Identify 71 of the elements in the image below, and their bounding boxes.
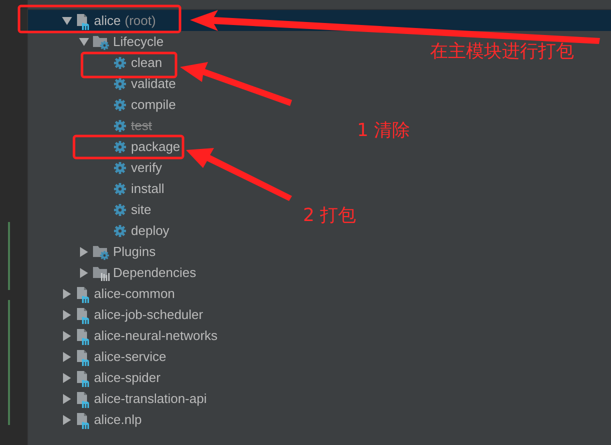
tree-row[interactable]: test: [28, 115, 156, 136]
tree-row[interactable]: install: [28, 178, 168, 199]
collapsed-icon[interactable]: [62, 310, 72, 320]
collapsed-icon[interactable]: [62, 372, 72, 382]
tree-label: alice-spider: [94, 368, 160, 387]
tree-row[interactable]: alice.nlp: [28, 409, 146, 430]
tree-label: test: [131, 116, 152, 135]
collapsed-icon[interactable]: [62, 330, 72, 340]
tree-label: alice-service: [94, 348, 166, 366]
gear-icon: [112, 138, 128, 154]
tree-label: site: [131, 200, 152, 219]
tree-label: clean: [131, 54, 162, 72]
gear-icon: [112, 76, 128, 92]
maven-module-icon: [75, 306, 91, 324]
maven-module-icon: [75, 12, 91, 30]
maven-module-icon: [75, 284, 91, 302]
tree-row[interactable]: alice-job-scheduler: [28, 304, 208, 325]
tree-row[interactable]: validate: [28, 73, 180, 94]
gear-icon: [112, 118, 128, 134]
expanded-icon[interactable]: [62, 16, 72, 26]
tree-row[interactable]: package: [28, 136, 184, 157]
tree-row[interactable]: verify: [28, 157, 166, 178]
tree-label: compile: [131, 96, 176, 114]
maven-module-icon: [75, 326, 91, 344]
collapsed-icon[interactable]: [62, 414, 72, 424]
maven-module-icon: [75, 368, 91, 386]
annotation-label: 2 打包: [303, 207, 356, 225]
tree-row[interactable]: clean: [28, 52, 166, 73]
tree-label: alice.nlp: [94, 410, 142, 429]
tree-row[interactable]: Plugins: [28, 241, 160, 262]
collapsed-icon[interactable]: [78, 268, 88, 278]
tree-label: verify: [131, 158, 162, 177]
maven-module-icon: [75, 390, 91, 408]
tree-row[interactable]: alice-service: [28, 346, 170, 367]
tree-label: package: [131, 138, 180, 156]
expanded-icon[interactable]: [78, 36, 88, 46]
gear-icon: [112, 222, 128, 238]
tree-row[interactable]: alice-neural-networks: [28, 325, 222, 346]
gear-icon: [112, 96, 128, 112]
tree-row[interactable]: deploy: [28, 220, 174, 241]
tree-row[interactable]: alice-spider: [28, 367, 164, 388]
tree-row[interactable]: site: [28, 199, 156, 220]
maven-module-icon: [75, 410, 91, 428]
gear-icon: [112, 180, 128, 196]
collapsed-icon[interactable]: [62, 394, 72, 404]
annotation-label: 1 清除: [357, 122, 410, 140]
tree-row[interactable]: compile: [28, 94, 180, 115]
root-note: (root): [124, 12, 156, 30]
tree-row[interactable]: Lifecycle: [28, 31, 168, 52]
gear-icon: [112, 160, 128, 176]
tree-label: Lifecycle: [113, 32, 164, 51]
tree-label: install: [131, 180, 164, 198]
tree-row[interactable]: Dependencies: [28, 262, 200, 283]
tree-label: Plugins: [113, 242, 156, 261]
tree-label: alice-translation-api: [94, 390, 207, 408]
tree-label: alice-job-scheduler: [94, 306, 204, 324]
tree-label: deploy: [131, 222, 170, 240]
collapsed-icon[interactable]: [78, 246, 88, 256]
maven-module-icon: [75, 348, 91, 366]
collapsed-icon[interactable]: [62, 352, 72, 362]
annotation-label: 在主模块进行打包: [430, 43, 574, 61]
gear-icon: [112, 202, 128, 218]
tree-label: alice-common: [94, 284, 175, 303]
tree-label: Dependencies: [113, 264, 196, 282]
collapsed-icon[interactable]: [62, 288, 72, 298]
tree-label: alice: [94, 12, 121, 30]
tree-row[interactable]: alice-translation-api: [28, 388, 211, 409]
tree-label: validate: [131, 74, 176, 93]
tree-label: alice-neural-networks: [94, 326, 218, 345]
gear-icon: [112, 54, 128, 70]
tree-row[interactable]: alice-common: [28, 283, 179, 304]
